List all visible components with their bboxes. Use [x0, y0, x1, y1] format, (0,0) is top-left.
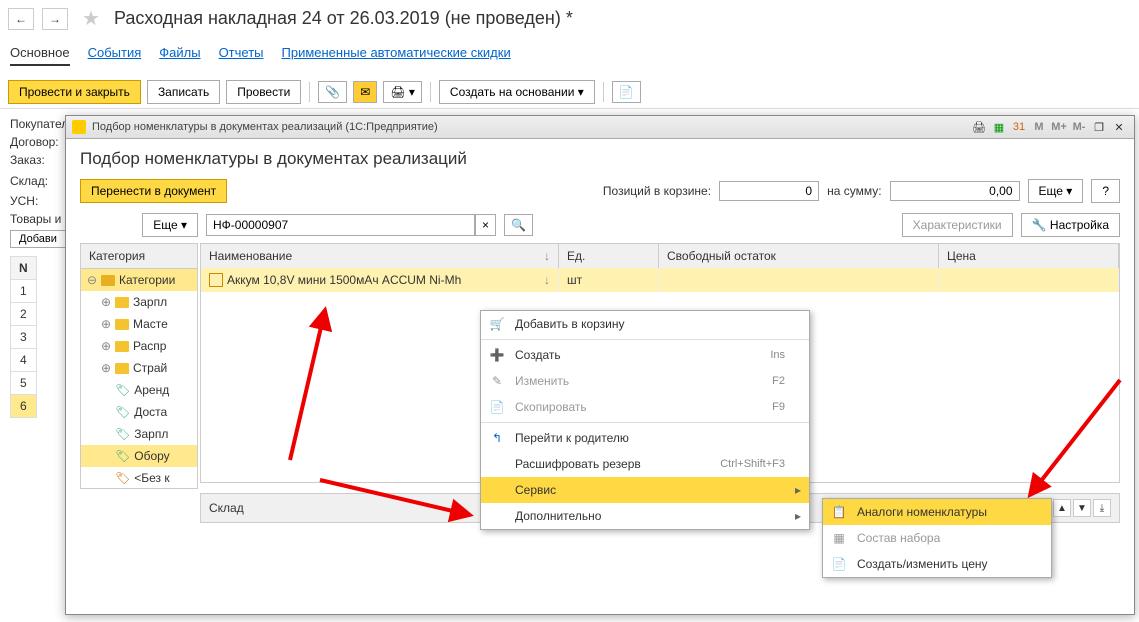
folder-icon	[115, 319, 129, 330]
goods-label: Товары и	[10, 212, 61, 226]
table-row[interactable]: 6	[11, 395, 37, 418]
m-minus-button[interactable]: M-	[1070, 119, 1088, 135]
unit-column-header[interactable]: Ед.	[559, 244, 659, 268]
page-last-button[interactable]: ⤓	[1093, 499, 1111, 517]
positions-label: Позиций в корзине:	[603, 184, 711, 198]
menu-goto-parent[interactable]: ↰Перейти к родителю	[481, 425, 809, 451]
tab-main[interactable]: Основное	[10, 45, 70, 66]
clear-search-button[interactable]: ×	[475, 214, 496, 236]
submenu-create-price[interactable]: 📄Создать/изменить цену	[823, 551, 1051, 577]
transfer-button[interactable]: Перенести в документ	[80, 179, 227, 203]
folder-icon	[115, 297, 129, 308]
print-button[interactable]: 🖨 ▾	[383, 81, 422, 103]
tab-discounts[interactable]: Примененные автоматические скидки	[282, 45, 511, 66]
sum-input[interactable]	[890, 181, 1020, 201]
calendar-header-icon[interactable]: 31	[1010, 119, 1028, 135]
page-down-button[interactable]: ▼	[1073, 499, 1091, 517]
table-row[interactable]: 2	[11, 303, 37, 326]
table-row[interactable]: 5	[11, 372, 37, 395]
category-more-button[interactable]: Еще ▾	[142, 213, 198, 237]
nav-forward-button[interactable]: →	[42, 8, 68, 30]
positions-input[interactable]	[719, 181, 819, 201]
menu-edit[interactable]: ✎ИзменитьF2	[481, 368, 809, 394]
folder-icon	[101, 275, 115, 286]
name-column-header[interactable]: Наименование	[201, 244, 559, 268]
table-row[interactable]: 4	[11, 349, 37, 372]
table-row[interactable]: 3	[11, 326, 37, 349]
m-button[interactable]: M	[1030, 119, 1048, 135]
nav-back-button[interactable]: ←	[8, 8, 34, 30]
post-button[interactable]: Провести	[226, 80, 301, 104]
m-plus-button[interactable]: M+	[1050, 119, 1068, 135]
menu-create[interactable]: ➕СоздатьIns	[481, 342, 809, 368]
contract-label: Договор:	[10, 135, 59, 149]
tab-events[interactable]: События	[88, 45, 142, 66]
submenu-set-content[interactable]: ▦Состав набора	[823, 525, 1051, 551]
post-close-button[interactable]: Провести и закрыть	[8, 80, 141, 104]
category-tree[interactable]: ⊖Категории ⊕Зарпл ⊕Масте ⊕Распр ⊕Страй 🏷…	[80, 269, 198, 489]
warehouse-panel-header: Склад	[209, 501, 244, 515]
characteristics-button[interactable]: Характеристики	[902, 213, 1013, 237]
table-row[interactable]: 1	[11, 280, 37, 303]
usn-label: УСН:	[10, 194, 38, 208]
page-up-button[interactable]: ▲	[1053, 499, 1071, 517]
buyer-label: Покупател	[10, 117, 68, 131]
price-column-header[interactable]: Цена	[939, 244, 1119, 268]
create-based-button[interactable]: Создать на основании ▾	[439, 80, 595, 104]
close-window-icon[interactable]: ✕	[1110, 119, 1128, 135]
add-row-button[interactable]: Добави	[10, 230, 66, 248]
tab-reports[interactable]: Отчеты	[219, 45, 264, 66]
calc-header-icon[interactable]: ▦	[990, 119, 1008, 135]
warehouse-label: Склад:	[10, 174, 48, 188]
print-header-icon[interactable]: 🖨	[970, 119, 988, 135]
menu-add-to-cart[interactable]: 🛒Добавить в корзину	[481, 311, 809, 337]
help-button[interactable]: ?	[1091, 179, 1120, 203]
order-label: Заказ:	[10, 153, 45, 167]
menu-service[interactable]: Сервис	[481, 477, 809, 503]
search-button[interactable]: 🔍	[504, 214, 533, 236]
dialog-more-button[interactable]: Еще ▾	[1028, 179, 1084, 203]
item-icon	[209, 273, 223, 287]
menu-decode-reserve[interactable]: Расшифровать резервCtrl+Shift+F3	[481, 451, 809, 477]
item-row[interactable]: Аккум 10,8V мини 1500мАч ACCUM Ni-Mh шт	[201, 268, 1119, 292]
dialog-title: Подбор номенклатуры в документах реализа…	[80, 149, 1120, 169]
save-button[interactable]: Записать	[147, 80, 220, 104]
row-number-header: N	[11, 257, 37, 280]
favorite-star-icon[interactable]: ★	[82, 6, 100, 31]
folder-icon	[115, 363, 129, 374]
restore-window-icon[interactable]: ❐	[1090, 119, 1108, 135]
page-title: Расходная накладная 24 от 26.03.2019 (не…	[114, 8, 573, 29]
submenu-analogs[interactable]: 📋Аналоги номенклатуры	[823, 499, 1051, 525]
service-submenu: 📋Аналоги номенклатуры ▦Состав набора 📄Со…	[822, 498, 1052, 578]
menu-additional[interactable]: Дополнительно	[481, 503, 809, 529]
stock-column-header[interactable]: Свободный остаток	[659, 244, 939, 268]
search-input[interactable]	[206, 214, 475, 236]
folder-icon	[115, 341, 129, 352]
report-button[interactable]: 📄	[612, 81, 641, 103]
settings-button[interactable]: 🔧 Настройка	[1021, 213, 1120, 237]
menu-copy[interactable]: 📄СкопироватьF9	[481, 394, 809, 420]
dialog-window-title: Подбор номенклатуры в документах реализа…	[92, 121, 964, 133]
attach-button[interactable]: 📎	[318, 81, 347, 103]
email-button[interactable]: ✉	[353, 81, 377, 103]
context-menu: 🛒Добавить в корзину ➕СоздатьIns ✎Изменит…	[480, 310, 810, 530]
category-header[interactable]: Категория	[80, 243, 198, 269]
tab-files[interactable]: Файлы	[159, 45, 200, 66]
sum-label: на сумму:	[827, 184, 881, 198]
app-icon	[72, 120, 86, 134]
